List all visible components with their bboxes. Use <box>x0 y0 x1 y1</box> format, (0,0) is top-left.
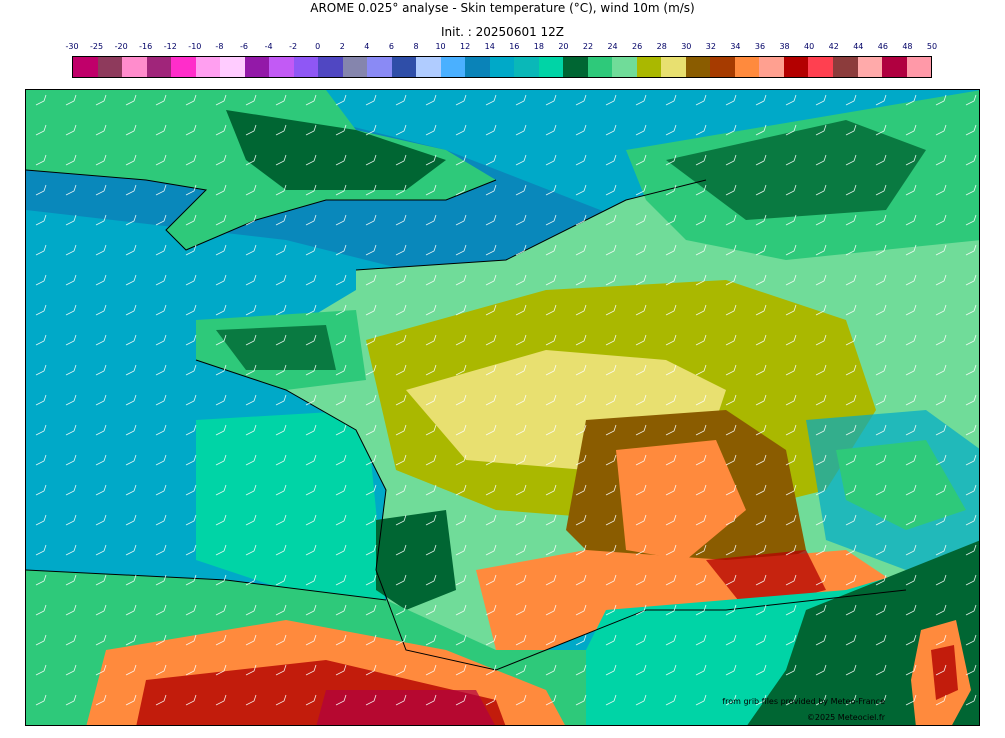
scale-swatch <box>661 57 686 77</box>
scale-swatch <box>73 57 98 77</box>
scale-tick-label: -16 <box>139 42 153 51</box>
scale-tick-label: -25 <box>90 42 104 51</box>
data-source-credit: from grib files provided by Meteo-France <box>722 697 885 706</box>
scale-swatch <box>734 57 760 77</box>
scale-swatch <box>391 57 417 77</box>
scale-tick-label: 10 <box>435 42 446 51</box>
scale-swatch <box>195 57 221 77</box>
init-time: Init. : 20250601 12Z <box>440 25 565 39</box>
scale-tick-label: 46 <box>877 42 888 51</box>
scale-tick-label: 6 <box>388 42 394 51</box>
scale-tick-label: 2 <box>339 42 345 51</box>
scale-tick-label: -4 <box>264 42 273 51</box>
scale-tick-label: -10 <box>188 42 202 51</box>
scale-swatch <box>489 57 515 77</box>
scale-tick-label: -12 <box>163 42 177 51</box>
scale-tick-label: 4 <box>364 42 370 51</box>
scale-swatch <box>122 57 147 77</box>
scale-tick-label: -8 <box>215 42 224 51</box>
scale-tick-label: 30 <box>681 42 692 51</box>
copyright-credit: ©2025 Meteociel.fr <box>806 713 885 722</box>
scale-tick-label: 18 <box>533 42 544 51</box>
scale-swatch <box>416 57 441 77</box>
scale-tick-label: 20 <box>558 42 569 51</box>
scale-tick-label: 26 <box>632 42 643 51</box>
scale-swatch <box>97 57 123 77</box>
scale-tick-label: 40 <box>804 42 815 51</box>
scale-swatch <box>685 57 711 77</box>
scale-swatch <box>882 57 907 77</box>
scale-swatch <box>293 57 319 77</box>
temperature-map[interactable] <box>25 89 980 726</box>
scale-tick-label: 16 <box>509 42 520 51</box>
scale-tick-label: 28 <box>656 42 667 51</box>
scale-swatch <box>367 57 392 77</box>
scale-swatch <box>171 57 196 77</box>
scale-swatch <box>244 57 270 77</box>
scale-tick-label: 48 <box>902 42 913 51</box>
scale-tick-label: 8 <box>413 42 419 51</box>
scale-tick-label: 24 <box>607 42 618 51</box>
scale-tick-label: 12 <box>460 42 471 51</box>
scale-tick-label: 50 <box>926 42 938 51</box>
color-scale-labels: -30 -25 -20 -16 -12 -10 -8 -6 -4 -2 0 2 4 6 8 10 12 14 16 1… <box>65 42 937 54</box>
scale-tick-label: -6 <box>240 42 248 51</box>
scale-swatch <box>759 57 784 77</box>
scale-swatch <box>906 57 932 77</box>
scale-swatch <box>857 57 883 77</box>
scale-swatch <box>710 57 735 77</box>
scale-swatch <box>440 57 466 77</box>
scale-swatch <box>832 57 858 77</box>
scale-tick-label: 42 <box>828 42 839 51</box>
scale-swatch <box>783 57 809 77</box>
scale-swatch <box>538 57 564 77</box>
scale-swatch <box>563 57 588 77</box>
scale-tick-label: 32 <box>705 42 716 51</box>
scale-tick-label: 14 <box>484 42 495 51</box>
scale-swatch <box>269 57 294 77</box>
scale-swatch <box>808 57 833 77</box>
scale-swatch <box>636 57 662 77</box>
scale-swatch <box>514 57 539 77</box>
scale-tick-label: -20 <box>114 42 128 51</box>
scale-swatch <box>612 57 637 77</box>
scale-tick-label: 22 <box>582 42 594 51</box>
scale-swatch <box>146 57 172 77</box>
scale-tick-label: 38 <box>779 42 790 51</box>
scale-swatch <box>220 57 245 77</box>
scale-swatch <box>342 57 368 77</box>
color-scale-bar <box>72 56 932 78</box>
scale-tick-label: 36 <box>754 42 766 51</box>
scale-swatch <box>587 57 613 77</box>
scale-tick-label: 34 <box>730 42 741 51</box>
scale-tick-label: 0 <box>315 42 321 51</box>
map-title: AROME 0.025° analyse - Skin temperature … <box>310 1 695 15</box>
scale-tick-label: 44 <box>853 42 864 51</box>
scale-swatch <box>465 57 490 77</box>
scale-swatch <box>318 57 343 77</box>
scale-tick-label: -2 <box>289 42 298 51</box>
scale-tick-label: -30 <box>65 42 79 51</box>
